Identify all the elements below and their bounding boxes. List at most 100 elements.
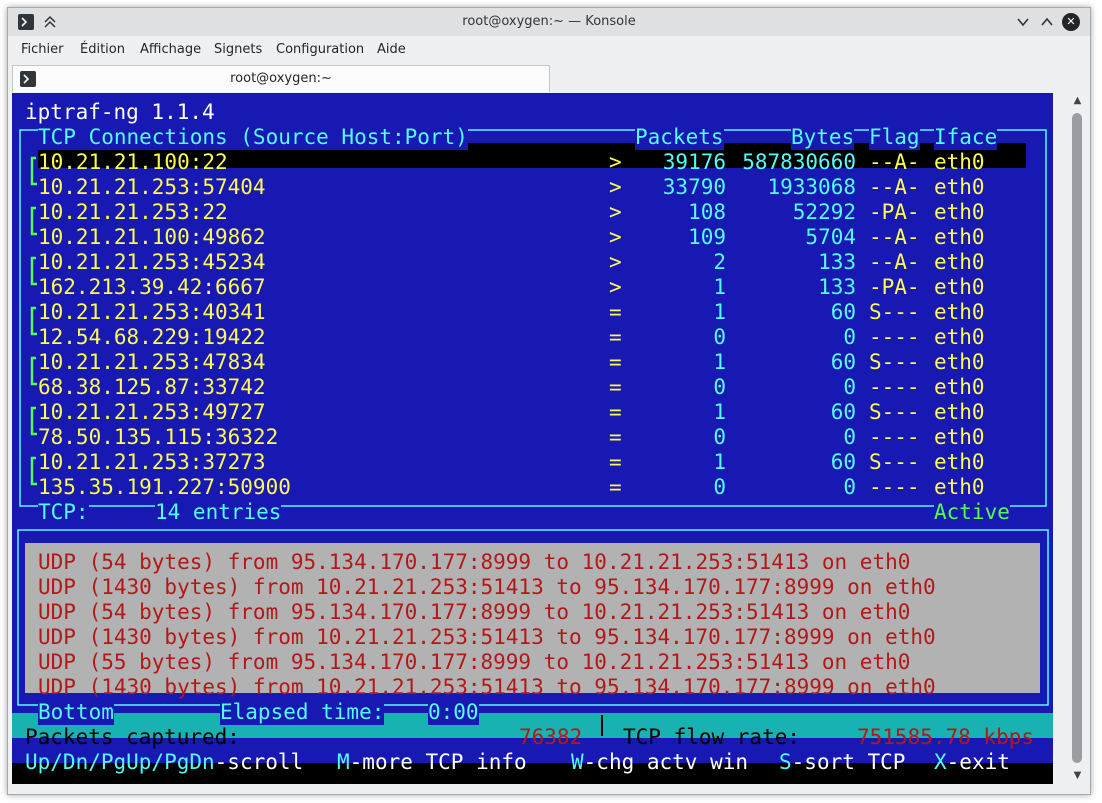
col-header-bytes: Bytes xyxy=(791,125,855,150)
terminal-view[interactable]: iptraf-ng 1.1.4 TCP Connections (Source … xyxy=(12,93,1053,784)
connection-packets: 1 xyxy=(713,275,726,299)
menu-settings[interactable]: Configuration xyxy=(276,42,364,57)
connection-bytes: 0 xyxy=(843,475,856,499)
connection-packets: 1 xyxy=(713,300,726,324)
connection-flag: --A- xyxy=(869,150,920,174)
key-hint-text: -sort TCP xyxy=(791,750,906,774)
key-hint-key: Up/Dn/PgUp/PgDn xyxy=(25,750,215,774)
connection-flag: --A- xyxy=(869,175,920,199)
connection-iface: eth0 xyxy=(934,225,985,249)
packets-captured-value: 76382 xyxy=(519,725,583,749)
maximize-icon[interactable] xyxy=(1038,13,1056,31)
scrollbar-thumb[interactable] xyxy=(1072,113,1082,763)
connection-iface: eth0 xyxy=(934,450,985,474)
connection-flag: ---- xyxy=(869,375,920,399)
connection-direction: = xyxy=(609,325,622,349)
connection-iface: eth0 xyxy=(934,175,985,199)
menu-bookmarks[interactable]: Signets xyxy=(214,42,262,57)
udp-scroll-position: Bottom xyxy=(38,700,114,725)
connection-bytes: 60 xyxy=(830,450,856,474)
connection-flag: S--- xyxy=(869,300,920,324)
connection-bytes: 52292 xyxy=(792,200,856,224)
connection-packets: 1 xyxy=(713,400,726,424)
connection-packets: 33790 xyxy=(662,175,726,199)
minimize-icon[interactable] xyxy=(1014,13,1032,31)
scroll-up-icon[interactable]: ▲ xyxy=(1068,93,1087,109)
window-title: root@oxygen:~ — Konsole xyxy=(462,14,636,29)
tab-root-oxygen[interactable]: root@oxygen:~ xyxy=(12,65,550,92)
udp-log-line: UDP (1430 bytes) from 10.21.21.253:51413… xyxy=(38,675,936,699)
key-hint-text: -chg actv win xyxy=(583,750,749,774)
connection-iface: eth0 xyxy=(934,375,985,399)
connection-bytes: 5704 xyxy=(805,225,856,249)
tcp-entries-count: 14 entries xyxy=(155,500,282,525)
menu-help[interactable]: Aide xyxy=(377,42,406,57)
konsole-window: root@oxygen:~ — Konsole ✕ Fichier Éditio… xyxy=(7,7,1091,795)
connection-flag: S--- xyxy=(869,400,920,424)
connection-host: 10.21.21.253:37273 xyxy=(38,450,266,474)
connection-direction: = xyxy=(609,425,622,449)
connection-flag: -PA- xyxy=(869,200,920,224)
connection-iface: eth0 xyxy=(934,250,985,274)
app-title: iptraf-ng 1.1.4 xyxy=(25,100,215,125)
title-bar[interactable]: root@oxygen:~ — Konsole ✕ xyxy=(8,8,1090,36)
key-hint-key: X xyxy=(934,750,947,774)
connection-bytes: 1933068 xyxy=(767,175,856,199)
scroll-down-icon[interactable]: ▼ xyxy=(1068,768,1087,784)
col-header-flag: Flag xyxy=(869,125,920,150)
menu-edit[interactable]: Édition xyxy=(80,42,125,57)
connection-host: 10.21.21.253:40341 xyxy=(38,300,266,324)
connection-host: 162.213.39.42:6667 xyxy=(38,275,266,299)
udp-log-line: UDP (1430 bytes) from 10.21.21.253:51413… xyxy=(38,575,936,599)
connection-flag: -PA- xyxy=(869,275,920,299)
key-hint: M-more TCP info xyxy=(337,750,527,775)
connection-direction: = xyxy=(609,475,622,499)
connection-direction: > xyxy=(609,200,622,224)
tcp-panel-header: TCP Connections (Source Host:Port) xyxy=(38,125,468,150)
menu-bar: Fichier Édition Affichage Signets Config… xyxy=(8,38,1090,62)
connection-host: 10.21.21.100:49862 xyxy=(38,225,266,249)
tcp-flow-rate-value: 751585.78 kbps xyxy=(857,725,1035,749)
connection-flag: ---- xyxy=(869,425,920,449)
connection-iface: eth0 xyxy=(934,200,985,224)
connection-packets: 1 xyxy=(713,350,726,374)
tcp-status-active: Active xyxy=(934,500,1010,525)
connection-direction: = xyxy=(609,400,622,424)
connection-bytes: 60 xyxy=(830,400,856,424)
menu-view[interactable]: Affichage xyxy=(140,42,201,57)
connection-direction: > xyxy=(609,225,622,249)
connection-host: 10.21.21.253:57404 xyxy=(38,175,266,199)
connection-host: 135.35.191.227:50900 xyxy=(38,475,291,499)
key-hint-text: -more TCP info xyxy=(349,750,527,774)
connection-host: 10.21.21.253:49727 xyxy=(38,400,266,424)
connection-direction: = xyxy=(609,300,622,324)
connection-iface: eth0 xyxy=(934,425,985,449)
terminal-scrollbar[interactable]: ▲ ▼ xyxy=(1068,93,1087,783)
tcp-flow-rate-label: TCP flow rate: xyxy=(623,725,801,749)
connection-flag: ---- xyxy=(869,325,920,349)
close-icon[interactable]: ✕ xyxy=(1062,13,1080,31)
connection-packets: 1 xyxy=(713,450,726,474)
connection-flag: S--- xyxy=(869,450,920,474)
connection-flag: --A- xyxy=(869,225,920,249)
connection-packets: 2 xyxy=(713,250,726,274)
connection-packets: 108 xyxy=(688,200,726,224)
connection-direction: > xyxy=(609,175,622,199)
connection-iface: eth0 xyxy=(934,325,985,349)
connection-direction: > xyxy=(609,250,622,274)
key-hint-key: W xyxy=(571,750,584,774)
connection-packets: 0 xyxy=(713,425,726,449)
connection-host: 10.21.21.253:47834 xyxy=(38,350,266,374)
key-hint: Up/Dn/PgUp/PgDn-scroll xyxy=(25,750,303,775)
key-hint: X-exit xyxy=(934,750,1010,775)
tab-title: root@oxygen:~ xyxy=(230,71,332,86)
col-header-packets: Packets xyxy=(635,125,724,150)
udp-log-line: UDP (55 bytes) from 95.134.170.177:8999 … xyxy=(38,650,911,674)
connection-iface: eth0 xyxy=(934,475,985,499)
connection-direction: = xyxy=(609,350,622,374)
elapsed-time-value: 0:00 xyxy=(428,700,479,725)
connection-host: 10.21.21.253:45234 xyxy=(38,250,266,274)
col-header-iface: Iface xyxy=(934,125,998,150)
udp-log-line: UDP (54 bytes) from 95.134.170.177:8999 … xyxy=(38,550,911,574)
menu-file[interactable]: Fichier xyxy=(21,42,64,57)
